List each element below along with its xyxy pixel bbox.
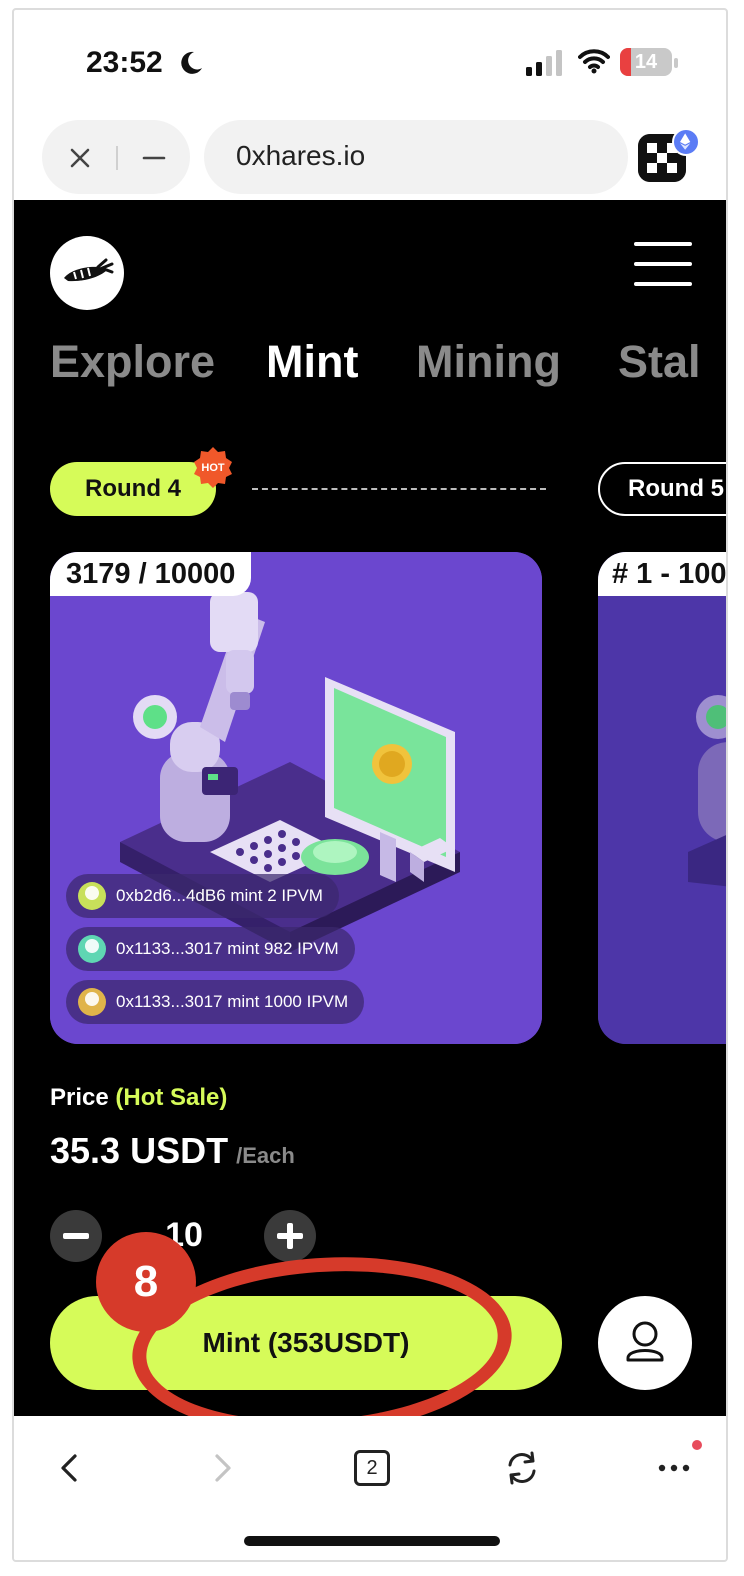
activity-item: 0xb2d6...4dB6 mint 2 IPVM: [66, 874, 339, 918]
status-time: 23:52: [86, 46, 163, 79]
hot-sale-tag: (Hot Sale): [115, 1084, 228, 1111]
mint-counter: 3179 / 10000: [50, 552, 252, 596]
hot-badge: HOT: [194, 447, 232, 488]
price-value: 35.3 USDT/Each: [50, 1130, 295, 1172]
hot-badge-text: HOT: [201, 462, 225, 474]
nft-card-round-5[interactable]: [598, 552, 726, 1044]
carrot-logo-icon: [64, 258, 114, 282]
forward-icon[interactable]: [202, 1448, 242, 1488]
price-label-text: Price: [50, 1084, 109, 1111]
back-icon[interactable]: [50, 1448, 90, 1488]
url-text[interactable]: 0xhares.io: [236, 140, 365, 172]
tab-explore[interactable]: Explore: [50, 336, 215, 388]
activity-text: 0x1133...3017 mint 1000 IPVM: [116, 992, 349, 1011]
price-amount: 35.3 USDT: [50, 1130, 229, 1171]
moon-icon: [181, 51, 202, 74]
tab-mint[interactable]: Mint: [266, 336, 358, 388]
wifi-icon: [578, 49, 610, 74]
annotation-step-number: 8: [96, 1232, 196, 1332]
minimize-icon[interactable]: [140, 144, 168, 172]
user-avatar-icon: [78, 882, 106, 910]
activity-text: 0xb2d6...4dB6 mint 2 IPVM: [116, 886, 323, 905]
price-label: Price (Hot Sale): [50, 1084, 227, 1112]
home-indicator[interactable]: [244, 1536, 500, 1546]
activity-text: 0x1133...3017 mint 982 IPVM: [116, 939, 339, 958]
site-logo[interactable]: [50, 236, 124, 310]
controls-divider: [116, 146, 118, 170]
close-icon[interactable]: [66, 144, 94, 172]
tab-staking[interactable]: Stal: [618, 336, 701, 388]
user-avatar-icon: [78, 935, 106, 963]
user-icon: [626, 1321, 664, 1362]
battery-tip: [674, 58, 678, 68]
menu-icon-bar-middle[interactable]: [634, 262, 692, 266]
increase-quantity-button[interactable]: [264, 1210, 316, 1262]
activity-item: 0x1133...3017 mint 1000 IPVM: [66, 980, 365, 1024]
browser-frame: 23:52 14 0xhares.io Explore Mint Mining …: [12, 8, 728, 1562]
price-unit: /Each: [236, 1143, 295, 1168]
next-card-illustration: [598, 552, 726, 1044]
battery-indicator: 14: [620, 48, 672, 76]
more-options-icon[interactable]: [654, 1448, 694, 1488]
cellular-signal-icon: [526, 50, 562, 76]
activity-item: 0x1133...3017 mint 982 IPVM: [66, 927, 355, 971]
ethereum-network-icon: [672, 128, 700, 156]
refresh-icon[interactable]: [502, 1448, 542, 1488]
tabs-count-button[interactable]: 2: [354, 1450, 390, 1486]
tab-mining[interactable]: Mining: [416, 336, 561, 388]
round-5-pill[interactable]: Round 5: [598, 462, 726, 516]
round-progress-dashes: [252, 488, 546, 490]
battery-level: 14: [634, 51, 658, 73]
user-avatar-icon: [78, 988, 106, 1016]
decrease-quantity-button[interactable]: [50, 1210, 102, 1262]
next-round-counter: # 1 - 100: [598, 552, 726, 596]
menu-icon-bar-bottom[interactable]: [634, 282, 692, 286]
profile-button[interactable]: [598, 1296, 692, 1390]
notification-dot: [692, 1440, 702, 1450]
menu-icon-bar-top[interactable]: [634, 242, 692, 246]
